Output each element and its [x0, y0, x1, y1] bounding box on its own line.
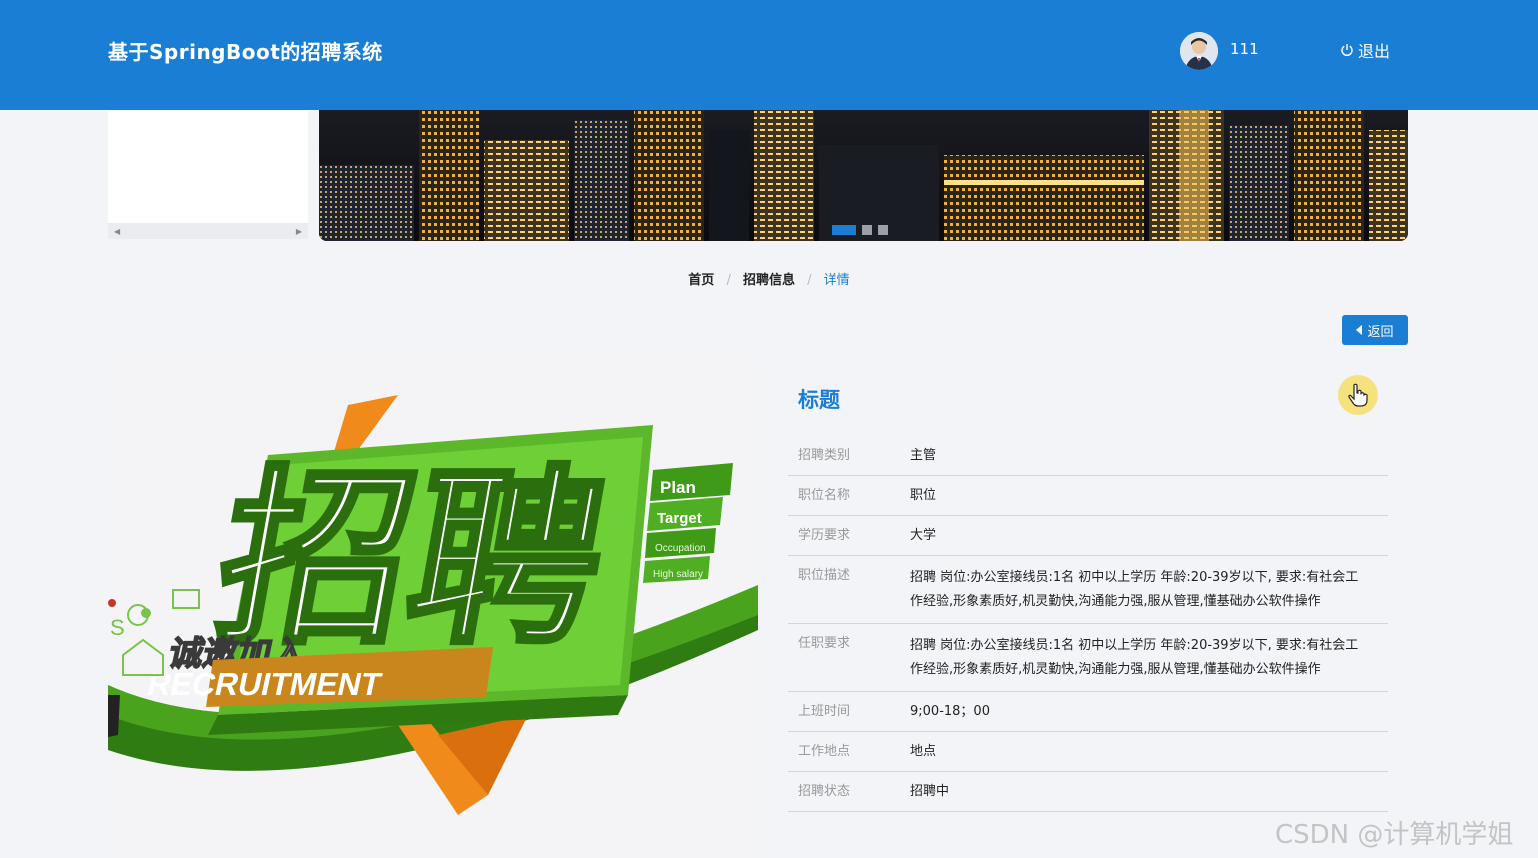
carousel-indicators: [832, 225, 888, 235]
job-poster-image: Plan Target Occupation High salary 招聘 诚邀…: [108, 355, 758, 858]
banner-carousel[interactable]: [319, 110, 1408, 241]
carousel-dot[interactable]: [832, 225, 856, 235]
carousel-dot[interactable]: [862, 225, 872, 235]
detail-value: 招聘中: [910, 784, 950, 799]
logout-label: 退出: [1358, 42, 1391, 61]
detail-label: 职位名称: [798, 488, 851, 503]
detail-label: 学历要求: [798, 528, 851, 543]
detail-value: 招聘 岗位:办公室接线员:1名 初中以上学历 年龄:20-39岁以下, 要求:有…: [910, 638, 1359, 677]
logout-button[interactable]: 退出: [1340, 38, 1390, 62]
detail-label: 招聘类别: [798, 448, 851, 463]
poster-tag: High salary: [653, 569, 703, 580]
caret-left-icon: [1356, 325, 1363, 335]
breadcrumb-separator: /: [807, 273, 812, 288]
breadcrumb-home[interactable]: 首页: [688, 269, 714, 288]
detail-row: 职位描述 招聘 岗位:办公室接线员:1名 初中以上学历 年龄:20-39岁以下,…: [788, 556, 1388, 624]
user-avatar[interactable]: [1180, 32, 1218, 70]
detail-row: 学历要求 大学: [788, 516, 1388, 556]
side-menu-panel: [108, 110, 308, 223]
detail-value: 地点: [910, 744, 937, 759]
detail-label: 职位描述: [798, 568, 851, 583]
scroll-right-icon[interactable]: ▶: [296, 227, 302, 236]
breadcrumb-current: 详情: [823, 273, 850, 288]
breadcrumb-section[interactable]: 招聘信息: [743, 269, 795, 288]
job-detail-table: 招聘类别 主管 职位名称 职位 学历要求 大学 职位描述 招聘 岗位:办公室接线…: [788, 436, 1388, 812]
job-title: 标题: [798, 388, 840, 412]
detail-value: 主管: [910, 448, 937, 463]
detail-value: 大学: [910, 528, 937, 543]
svg-text:S: S: [110, 615, 125, 640]
back-button-label: 返回: [1367, 324, 1394, 340]
poster-tag: Occupation: [655, 543, 706, 554]
detail-value: 招聘 岗位:办公室接线员:1名 初中以上学历 年龄:20-39岁以下, 要求:有…: [910, 570, 1359, 609]
scroll-left-icon[interactable]: ◀: [114, 227, 120, 236]
watermark-text: CSDN @计算机学姐: [1275, 820, 1514, 850]
avatar-icon: [1180, 32, 1218, 70]
detail-row: 招聘类别 主管: [788, 436, 1388, 476]
recruitment-poster: Plan Target Occupation High salary 招聘 诚邀…: [108, 355, 758, 858]
back-button[interactable]: 返回: [1342, 315, 1408, 345]
power-icon: [1341, 44, 1353, 57]
side-menu-scrollbar[interactable]: ◀ ▶: [108, 223, 308, 239]
poster-tag: Target: [657, 510, 702, 527]
city-skyline-image: [319, 110, 1408, 241]
detail-row: 工作地点 地点: [788, 732, 1388, 772]
breadcrumb-separator: /: [726, 273, 731, 288]
detail-value: 职位: [910, 488, 937, 503]
poster-english: RECRUITMENT: [144, 666, 385, 702]
hand-pointer-icon: [1338, 375, 1378, 415]
carousel-dot[interactable]: [878, 225, 888, 235]
poster-tag: Plan: [660, 478, 696, 497]
top-header: 基于SpringBoot的招聘系统 111 退出: [0, 0, 1538, 110]
detail-row: 上班时间 9;00-18；00: [788, 692, 1388, 732]
breadcrumb: 首页 / 招聘信息 / 详情: [0, 269, 1538, 288]
detail-label: 工作地点: [798, 744, 851, 759]
detail-label: 招聘状态: [798, 784, 851, 799]
detail-label: 上班时间: [798, 704, 851, 719]
detail-label: 任职要求: [798, 636, 851, 651]
username[interactable]: 111: [1230, 40, 1259, 58]
detail-row: 任职要求 招聘 岗位:办公室接线员:1名 初中以上学历 年龄:20-39岁以下,…: [788, 624, 1388, 692]
hand-pointer-glyph: [1348, 383, 1368, 407]
detail-row: 招聘状态 招聘中: [788, 772, 1388, 812]
detail-row: 职位名称 职位: [788, 476, 1388, 516]
site-title[interactable]: 基于SpringBoot的招聘系统: [108, 36, 383, 65]
detail-value: 9;00-18；00: [910, 704, 990, 719]
